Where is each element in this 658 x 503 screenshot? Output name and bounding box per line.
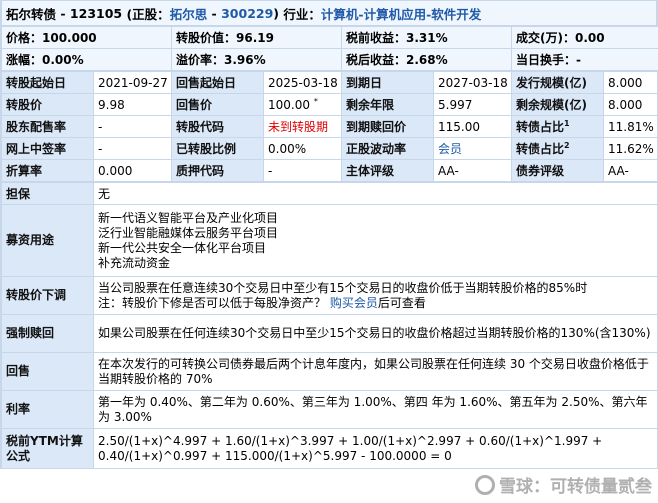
grid-value: 2021-09-27 bbox=[93, 71, 172, 94]
rate-label: 利率 bbox=[1, 390, 94, 429]
conversion-code-status: 未到转股期 bbox=[263, 115, 342, 138]
quote-table: 价格：100.000 转股价值：96.19 税前收益：3.31% 成交(万)：0… bbox=[1, 26, 658, 71]
grid-label: 剩余年限 bbox=[341, 93, 434, 116]
grid-value: 2027-03-18 bbox=[433, 71, 512, 94]
fund-use-item: 新一代公共安全一体化平台项目 bbox=[98, 240, 267, 255]
stock-code-link[interactable]: 300229 bbox=[221, 6, 273, 21]
grid-value: AA- bbox=[603, 159, 658, 182]
downward-text: 当公司股票在任意连续30个交易日中至少有15个交易日的收盘价低于当期转股价格的8… bbox=[93, 276, 658, 315]
grid-label: 转债占比1 bbox=[511, 115, 604, 138]
fund-use-item: 泛行业智能融媒体云服务平台项目 bbox=[98, 225, 279, 240]
grid-label: 正股波动率 bbox=[341, 137, 434, 160]
downward-note: 注：转股价下修是否可以低于每股净资产？ 购买会员后可查看 bbox=[98, 295, 426, 310]
redeem-label: 强制赎回 bbox=[1, 314, 94, 353]
grid-label: 到期赎回价 bbox=[341, 115, 434, 138]
fund-use-list: 新一代语义智能平台及产业化项目 泛行业智能融媒体云服务平台项目 新一代公共安全一… bbox=[93, 204, 658, 277]
price-cell: 价格：100.000 bbox=[1, 26, 172, 49]
grid-label: 剩余规模(亿) bbox=[511, 93, 604, 116]
bond-info-grid: 转股起始日 2021-09-27 回售起始日 2025-03-18 到期日 20… bbox=[1, 71, 658, 182]
grid-value: - bbox=[93, 115, 172, 138]
grid-row: 股东配售率 - 转股代码 未到转股期 到期赎回价 115.00 转债占比1 11… bbox=[1, 115, 658, 138]
conversion-value-cell: 转股价值：96.19 bbox=[171, 26, 342, 49]
fund-use-label: 募资用途 bbox=[1, 204, 94, 277]
quote-row: 价格：100.000 转股价值：96.19 税前收益：3.31% 成交(万)：0… bbox=[1, 26, 658, 49]
grid-value: - bbox=[93, 137, 172, 160]
guarantee-label: 担保 bbox=[1, 182, 94, 205]
grid-label: 股东配售率 bbox=[1, 115, 94, 138]
grid-label: 质押代码 bbox=[171, 159, 264, 182]
industry-label: 行业： bbox=[283, 6, 321, 22]
grid-label: 发行规模(亿) bbox=[511, 71, 604, 94]
grid-value: 100.00 * bbox=[263, 93, 342, 116]
grid-label: 债券评级 bbox=[511, 159, 604, 182]
ytm-formula: 2.50/(1+x)^4.997 + 1.60/(1+x)^3.997 + 1.… bbox=[93, 428, 658, 469]
grid-value: 115.00 bbox=[433, 115, 512, 138]
grid-label: 回售价 bbox=[171, 93, 264, 116]
guarantee-value: 无 bbox=[93, 182, 658, 205]
grid-row: 网上中签率 - 已转股比例 0.00% 正股波动率 会员 转债占比2 11.62… bbox=[1, 137, 658, 160]
rate-text: 第一年为 0.40%、第二年为 0.60%、第三年为 1.00%、第四 年为 1… bbox=[93, 390, 658, 429]
watermark-text: 雪球：可转债量贰叁 bbox=[499, 477, 652, 497]
grid-value: 8.000 bbox=[603, 93, 658, 116]
buy-membership-link[interactable]: 购买会员 bbox=[330, 296, 378, 310]
grid-label: 主体评级 bbox=[341, 159, 434, 182]
industry-link[interactable]: 计算机-计算机应用-软件开发 bbox=[321, 4, 481, 23]
grid-row: 转股价 9.98 回售价 100.00 * 剩余年限 5.997 剩余规模(亿)… bbox=[1, 93, 658, 116]
quote-row: 涨幅：0.00% 溢价率：3.96% 税后收益：2.68% 当日换手：- bbox=[1, 48, 658, 71]
watermark: 雪球：可转债量贰叁 bbox=[475, 472, 652, 497]
grid-value: 11.62% bbox=[603, 137, 658, 160]
turnover-cell: 成交(万)：0.00 bbox=[511, 26, 658, 49]
grid-label: 转股价 bbox=[1, 93, 94, 116]
grid-value: 9.98 bbox=[93, 93, 172, 116]
putback-label: 回售 bbox=[1, 352, 94, 391]
forced-redeem-row: 强制赎回 如果公司股票在任何连续30个交易日中至少15个交易日的收盘价格超过当期… bbox=[1, 314, 658, 353]
putback-row: 回售 在本次发行的可转换公司债券最后两个计息年度内，如果公司股票在任何连续 30… bbox=[1, 352, 658, 391]
grid-row: 折算率 0.000 质押代码 - 主体评级 AA- 债券评级 AA- bbox=[1, 159, 658, 182]
stock-name-link[interactable]: 拓尔思 bbox=[170, 4, 208, 23]
guarantee-row: 担保 无 bbox=[1, 182, 658, 205]
grid-label: 转债占比2 bbox=[511, 137, 604, 160]
pretax-yield-cell: 税前收益：3.31% bbox=[341, 26, 512, 49]
snowball-logo-icon bbox=[475, 474, 495, 495]
grid-value: 0.00% bbox=[263, 137, 342, 160]
grid-value: AA- bbox=[433, 159, 512, 182]
premium-cell: 溢价率：3.96% bbox=[171, 48, 342, 71]
grid-label: 转股起始日 bbox=[1, 71, 94, 94]
grid-label: 已转股比例 bbox=[171, 137, 264, 160]
ytm-label: 税前YTM计算公式 bbox=[1, 428, 94, 469]
bond-name: 拓尔转债 bbox=[6, 6, 57, 22]
daily-turnover-cell: 当日换手：- bbox=[511, 48, 658, 71]
volatility-member-link[interactable]: 会员 bbox=[433, 137, 512, 160]
bond-terms-table: 担保 无 募资用途 新一代语义智能平台及产业化项目 泛行业智能融媒体云服务平台项… bbox=[1, 182, 658, 469]
downward-label: 转股价下调 bbox=[1, 276, 94, 315]
grid-label: 转股代码 bbox=[171, 115, 264, 138]
grid-value: 0.000 bbox=[93, 159, 172, 182]
interest-rate-row: 利率 第一年为 0.40%、第二年为 0.60%、第三年为 1.00%、第四 年… bbox=[1, 390, 658, 429]
downward-condition: 当公司股票在任意连续30个交易日中至少有15个交易日的收盘价低于当期转股价格的8… bbox=[98, 280, 588, 295]
grid-row: 转股起始日 2021-09-27 回售起始日 2025-03-18 到期日 20… bbox=[1, 71, 658, 94]
grid-value: 5.997 bbox=[433, 93, 512, 116]
title-bar: 拓尔转债 - 123105 (正股： 拓尔思 - 300229 ) 行业： 计算… bbox=[1, 0, 657, 26]
bond-detail-panel: 拓尔转债 - 123105 (正股： 拓尔思 - 300229 ) 行业： 计算… bbox=[0, 0, 658, 469]
change-cell: 涨幅：0.00% bbox=[1, 48, 172, 71]
fund-use-item: 新一代语义智能平台及产业化项目 bbox=[98, 210, 279, 225]
grid-label: 网上中签率 bbox=[1, 137, 94, 160]
grid-value: 2025-03-18 bbox=[263, 71, 342, 94]
grid-value: - bbox=[263, 159, 342, 182]
fund-use-item: 补充流动资金 bbox=[98, 255, 171, 270]
bond-code: 123105 bbox=[69, 5, 123, 21]
grid-value: 8.000 bbox=[603, 71, 658, 94]
putback-text: 在本次发行的可转换公司债券最后两个计息年度内，如果公司股票在任何连续 30 个交… bbox=[93, 352, 658, 391]
grid-label: 折算率 bbox=[1, 159, 94, 182]
stock-prefix: (正股： bbox=[126, 6, 170, 22]
redeem-text: 如果公司股票在任何连续30个交易日中至少15个交易日的收盘价格超过当期转股价格的… bbox=[93, 314, 658, 353]
grid-label: 到期日 bbox=[341, 71, 434, 94]
grid-label: 回售起始日 bbox=[171, 71, 264, 94]
aftertax-yield-cell: 税后收益：2.68% bbox=[341, 48, 512, 71]
ytm-formula-row: 税前YTM计算公式 2.50/(1+x)^4.997 + 1.60/(1+x)^… bbox=[1, 428, 658, 469]
fund-use-row: 募资用途 新一代语义智能平台及产业化项目 泛行业智能融媒体云服务平台项目 新一代… bbox=[1, 204, 658, 277]
downward-revision-row: 转股价下调 当公司股票在任意连续30个交易日中至少有15个交易日的收盘价低于当期… bbox=[1, 276, 658, 315]
grid-value: 11.81% bbox=[603, 115, 658, 138]
